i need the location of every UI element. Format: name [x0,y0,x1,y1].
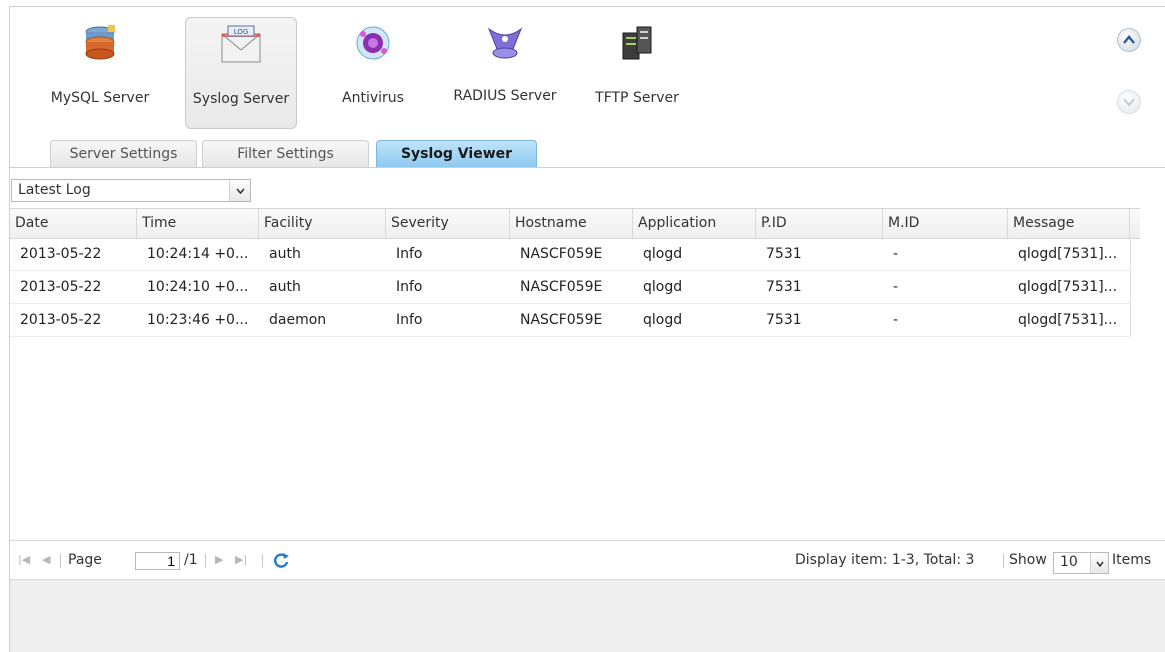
pager-separator [60,554,61,568]
column-header-message[interactable]: Message [1008,209,1130,238]
app-label: RADIUS Server [453,88,557,104]
app-label: TFTP Server [595,90,679,106]
server-rack-icon [622,26,652,60]
radius-icon [487,27,523,59]
cell-application: qlogd [643,312,683,328]
cell-mid: - [893,312,899,328]
column-header-severity[interactable]: Severity [386,209,510,238]
chevron-up-icon [1123,35,1135,44]
pager-separator [205,554,206,568]
chevron-down-icon [1123,98,1135,107]
column-header-time[interactable]: Time [137,209,259,238]
database-icon [85,25,115,60]
chevron-down-icon [236,188,245,194]
app-antivirus[interactable]: Antivirus [318,17,428,127]
svg-text:LOG: LOG [234,28,249,36]
page-number-input[interactable] [135,552,180,570]
scroll-down-button[interactable] [1117,90,1141,114]
app-label: Antivirus [342,90,404,106]
cell-mid: - [893,279,899,295]
refresh-icon [273,553,289,568]
tab-server-settings[interactable]: Server Settings [50,140,197,168]
cell-time: 10:23:46 +0... [147,312,249,328]
column-header-mid[interactable]: M.ID [883,209,1008,238]
page-label: Page [68,552,102,568]
app-tftp-server[interactable]: TFTP Server [582,17,692,127]
cell-pid: 7531 [766,279,802,295]
grid-header: Date Time Facility Severity Hostname App… [10,208,1140,239]
tab-filter-settings[interactable]: Filter Settings [202,140,369,168]
table-row[interactable]: 2013-05-22 10:23:46 +0... daemon Info NA… [10,304,1130,337]
cell-date: 2013-05-22 [20,312,102,328]
cell-facility: auth [269,279,301,295]
pagination-bar: |◀ ◀ Page /1 ▶ ▶| Display item: 1-3, Tot… [10,540,1165,579]
cell-mid: - [893,246,899,262]
cell-hostname: NASCF059E [520,312,603,328]
cell-severity: Info [396,246,423,262]
cell-application: qlogd [643,246,683,262]
cell-message: qlogd[7531]... [1018,279,1118,295]
app-label: Syslog Server [192,91,290,107]
table-row[interactable]: 2013-05-22 10:24:10 +0... auth Info NASC… [10,271,1130,304]
dropdown-arrow[interactable] [229,180,250,201]
column-header-pid[interactable]: P.ID [756,209,883,238]
pager-separator [262,554,263,568]
log-type-select[interactable]: Latest Log [11,179,251,202]
last-page-icon[interactable]: ▶| [235,541,247,579]
cell-time: 10:24:10 +0... [147,279,249,295]
grid-edge [1130,237,1131,336]
app-radius-server[interactable]: RADIUS Server [450,17,560,127]
app-window: MySQL Server LOG Syslog Server Antivirus… [9,6,1165,652]
log-type-value: Latest Log [18,182,91,198]
cell-pid: 7531 [766,312,802,328]
show-label: Show [1009,552,1047,568]
cell-time: 10:24:14 +0... [147,246,249,262]
cell-hostname: NASCF059E [520,246,603,262]
scroll-up-button[interactable] [1117,28,1141,52]
dropdown-arrow[interactable] [1090,553,1108,573]
prev-page-icon[interactable]: ◀ [42,541,50,579]
cell-date: 2013-05-22 [20,279,102,295]
app-label: MySQL Server [50,90,150,106]
cell-hostname: NASCF059E [520,279,603,295]
log-envelope-icon: LOG [221,25,261,63]
cell-facility: daemon [269,312,327,328]
page-size-value: 10 [1060,554,1078,570]
display-item-text: Display item: 1-3, Total: 3 [795,552,975,568]
cell-facility: auth [269,246,301,262]
cell-pid: 7531 [766,246,802,262]
table-row[interactable]: 2013-05-22 10:24:14 +0... auth Info NASC… [10,238,1130,271]
cell-message: qlogd[7531]... [1018,246,1118,262]
page-size-select[interactable]: 10 [1053,552,1109,574]
next-page-icon[interactable]: ▶ [215,541,223,579]
items-label: Items [1112,552,1152,568]
cell-message: qlogd[7531]... [1018,312,1118,328]
tab-divider [10,167,1165,168]
app-mysql-server[interactable]: MySQL Server [45,17,155,127]
chevron-down-icon [1096,561,1104,567]
page-total: /1 [184,552,198,568]
first-page-icon[interactable]: |◀ [18,541,30,579]
column-header-application[interactable]: Application [633,209,756,238]
cell-date: 2013-05-22 [20,246,102,262]
refresh-button[interactable] [272,541,290,579]
column-header-date[interactable]: Date [10,209,137,238]
column-header-facility[interactable]: Facility [259,209,386,238]
cell-severity: Info [396,312,423,328]
app-syslog-server[interactable]: LOG Syslog Server [185,17,297,129]
tab-syslog-viewer[interactable]: Syslog Viewer [376,140,537,168]
footer-bar [10,579,1165,652]
antivirus-icon [356,26,390,60]
pager-separator [1003,554,1004,568]
cell-severity: Info [396,279,423,295]
cell-application: qlogd [643,279,683,295]
column-header-hostname[interactable]: Hostname [510,209,633,238]
